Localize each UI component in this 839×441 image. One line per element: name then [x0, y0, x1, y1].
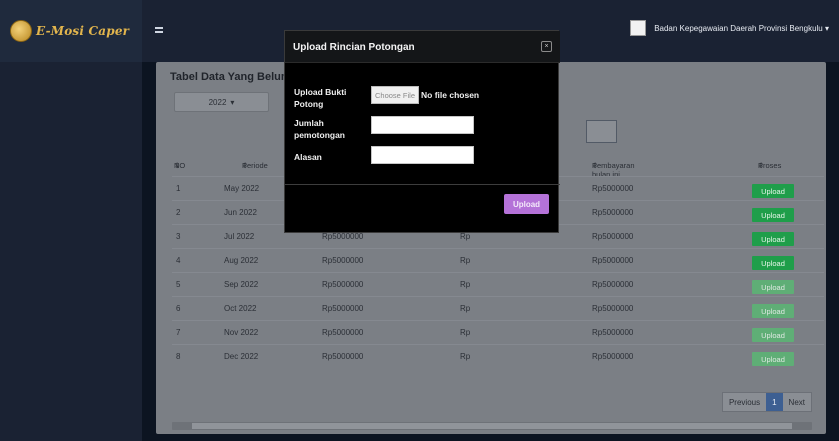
cell-no: 2 — [176, 208, 181, 217]
cell-periode: Nov 2022 — [224, 328, 259, 337]
upload-button[interactable]: Upload — [752, 352, 794, 366]
cell-no: 4 — [176, 256, 181, 265]
avatar — [630, 20, 647, 36]
logo-text: E-Mosi Caper — [36, 24, 130, 38]
cell-nominal: Rp5000000 — [322, 304, 364, 313]
modal-header: Upload Rincian Potongan × — [285, 31, 560, 63]
caret-down-icon: ▾ — [824, 23, 829, 33]
pagination-page-1[interactable]: 1 — [766, 393, 783, 411]
cell-nominal: Rp5000000 — [322, 280, 364, 289]
jumlah-label: Jumlah pemotongan — [294, 118, 345, 140]
cell-no: 8 — [176, 352, 181, 361]
cell-periode: Aug 2022 — [224, 256, 259, 265]
table-row: 7 Nov 2022 Rp5000000 Rp Rp5000000 Upload — [172, 320, 824, 344]
modal-upload-button[interactable]: Upload — [504, 194, 549, 214]
cell-rp: Rp — [460, 304, 471, 313]
logo-emblem-icon — [10, 20, 32, 42]
modal-divider — [285, 184, 560, 185]
file-label: Upload Bukti Potong — [294, 87, 347, 109]
upload-button[interactable]: Upload — [752, 328, 794, 342]
user-name: Badan Kepegawaian Daerah Provinsi Bengku… — [654, 24, 829, 33]
sidebar — [0, 62, 142, 441]
menu-icon[interactable] — [155, 27, 163, 33]
cell-periode: Dec 2022 — [224, 352, 259, 361]
upload-button[interactable]: Upload — [752, 304, 794, 318]
upload-button[interactable]: Upload — [752, 184, 794, 198]
horizontal-scrollbar[interactable] — [172, 422, 812, 430]
file-input[interactable]: Choose File No file chosen — [371, 86, 479, 104]
jumlah-pemotongan-input[interactable] — [371, 116, 474, 134]
scrollbar-thumb[interactable] — [192, 423, 792, 429]
year-select[interactable]: 2022 ▾ — [174, 92, 269, 112]
table-row: 8 Dec 2022 Rp5000000 Rp Rp5000000 Upload — [172, 344, 824, 368]
alasan-label: Alasan — [294, 152, 322, 162]
close-icon[interactable]: × — [541, 41, 552, 52]
upload-button[interactable]: Upload — [752, 232, 794, 246]
cell-no: 7 — [176, 328, 181, 337]
cell-pembayaran: Rp5000000 — [592, 232, 634, 241]
file-status: No file chosen — [421, 90, 480, 100]
brand[interactable]: E-Mosi Caper — [0, 0, 142, 62]
cell-periode: Jun 2022 — [224, 208, 257, 217]
upload-button[interactable]: Upload — [752, 280, 794, 294]
cell-pembayaran: Rp5000000 — [592, 304, 634, 313]
cell-pembayaran: Rp5000000 — [592, 328, 634, 337]
choose-file-button[interactable]: Choose File — [371, 86, 420, 104]
upload-modal: Upload Rincian Potongan × Upload Bukti P… — [284, 30, 560, 233]
table-row: 4 Aug 2022 Rp5000000 Rp Rp5000000 Upload — [172, 248, 824, 272]
cell-pembayaran: Rp5000000 — [592, 208, 634, 217]
cell-periode: May 2022 — [224, 184, 260, 193]
cell-rp: Rp — [460, 280, 471, 289]
cell-nominal: Rp5000000 — [322, 328, 364, 337]
user-menu[interactable]: Badan Kepegawaian Daerah Provinsi Bengku… — [630, 20, 829, 36]
cell-rp: Rp — [460, 352, 471, 361]
cell-periode: Jul 2022 — [224, 232, 255, 241]
card-title: Tabel Data Yang Belum D — [170, 71, 302, 83]
table-row: 6 Oct 2022 Rp5000000 Rp Rp5000000 Upload — [172, 296, 824, 320]
cell-nominal: Rp5000000 — [322, 352, 364, 361]
cell-periode: Oct 2022 — [224, 304, 257, 313]
search-input[interactable] — [586, 120, 617, 143]
cell-pembayaran: Rp5000000 — [592, 184, 634, 193]
pagination-previous[interactable]: Previous — [723, 393, 766, 411]
user-name-label: Badan Kepegawaian Daerah Provinsi Bengku… — [654, 23, 823, 33]
cell-no: 3 — [176, 232, 181, 241]
pagination-next[interactable]: Next — [783, 393, 811, 411]
cell-pembayaran: Rp5000000 — [592, 256, 634, 265]
cell-no: 5 — [176, 280, 181, 289]
cell-pembayaran: Rp5000000 — [592, 352, 634, 361]
cell-pembayaran: Rp5000000 — [592, 280, 634, 289]
upload-button[interactable]: Upload — [752, 208, 794, 222]
cell-rp: Rp — [460, 328, 471, 337]
modal-title: Upload Rincian Potongan — [293, 42, 415, 53]
table-row: 5 Sep 2022 Rp5000000 Rp Rp5000000 Upload — [172, 272, 824, 296]
cell-periode: Sep 2022 — [224, 280, 259, 289]
caret-down-icon: ▾ — [230, 97, 235, 107]
cell-no: 6 — [176, 304, 181, 313]
cell-rp: Rp — [460, 256, 471, 265]
alasan-input[interactable] — [371, 146, 474, 164]
year-select-value: 2022 — [208, 97, 227, 107]
pagination: Previous 1 Next — [721, 392, 812, 412]
cell-nominal: Rp5000000 — [322, 232, 364, 241]
cell-nominal: Rp5000000 — [322, 256, 364, 265]
upload-button[interactable]: Upload — [752, 256, 794, 270]
cell-no: 1 — [176, 184, 181, 193]
cell-rp: Rp — [460, 232, 471, 241]
